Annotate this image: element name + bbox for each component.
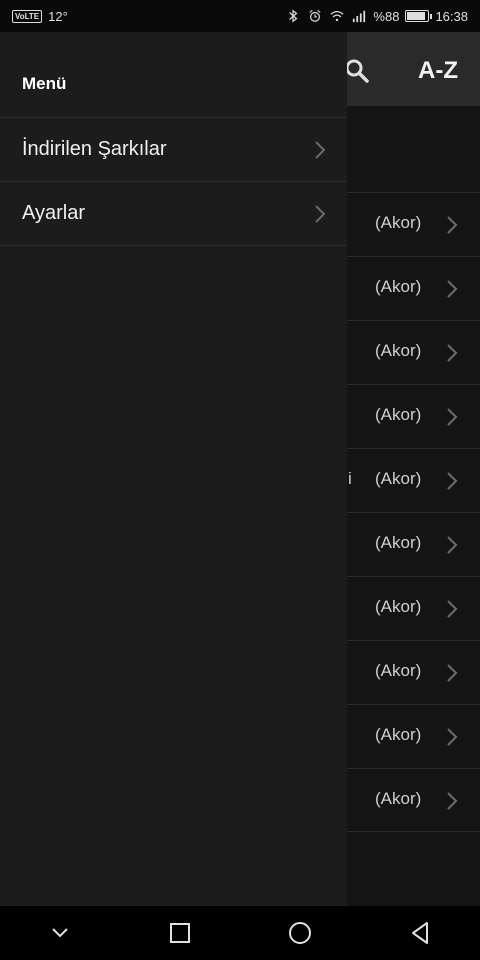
chord-label: (Akor) [375, 405, 422, 424]
system-nav-bar [0, 906, 480, 960]
recent-apps-icon [170, 923, 190, 943]
drawer-item-settings[interactable]: Ayarlar [0, 182, 347, 246]
drawer-title: Menü [22, 74, 67, 93]
status-bar: VoLTE 12° %88 16:38 [0, 0, 480, 32]
back-icon [412, 922, 428, 944]
chord-label: (Akor) [375, 789, 422, 808]
chord-label: (Akor) [375, 661, 422, 680]
bluetooth-icon [289, 9, 298, 23]
chevron-right-icon [447, 664, 458, 682]
battery-percent: %88 [373, 8, 400, 24]
chevron-right-icon [447, 280, 458, 298]
collapse-button[interactable] [40, 913, 80, 953]
chord-label: (Akor) [375, 533, 422, 552]
chord-label: (Akor) [375, 597, 422, 616]
chevron-right-icon [447, 216, 458, 234]
chord-label: (Akor) [375, 725, 422, 744]
navigation-drawer: Menü İndirilen Şarkılar Ayarlar [0, 32, 347, 906]
chevron-right-icon [447, 728, 458, 746]
collapse-icon [52, 928, 68, 938]
chevron-right-icon [315, 205, 326, 223]
chevron-right-icon [447, 408, 458, 426]
chevron-right-icon [447, 472, 458, 490]
home-icon [289, 922, 311, 944]
chevron-right-icon [447, 600, 458, 618]
chord-label: (Akor) [375, 469, 422, 488]
temperature-text: 12° [48, 8, 68, 24]
chevron-right-icon [447, 536, 458, 554]
wifi-icon [330, 11, 344, 22]
volte-badge: VoLTE [12, 9, 43, 23]
back-button[interactable] [400, 913, 440, 953]
battery-icon [405, 10, 433, 22]
sort-az-button[interactable]: A-Z [408, 54, 468, 88]
signal-icon [353, 10, 366, 23]
alarm-icon [309, 9, 322, 22]
chord-label: (Akor) [375, 213, 422, 232]
chord-label: (Akor) [375, 277, 422, 296]
recent-apps-button[interactable] [160, 913, 200, 953]
search-icon[interactable] [344, 58, 370, 84]
drawer-item-label: Ayarlar [22, 202, 85, 224]
chevron-right-icon [447, 344, 458, 362]
chevron-right-icon [315, 141, 326, 159]
chevron-right-icon [447, 792, 458, 810]
row-title-fragment: i [348, 469, 352, 488]
home-button[interactable] [280, 913, 320, 953]
battery-fill [407, 12, 425, 20]
clock-time: 16:38 [435, 8, 468, 24]
drawer-item-downloaded-songs[interactable]: İndirilen Şarkılar [0, 118, 347, 182]
chord-label: (Akor) [375, 341, 422, 360]
drawer-item-label: İndirilen Şarkılar [22, 138, 167, 160]
